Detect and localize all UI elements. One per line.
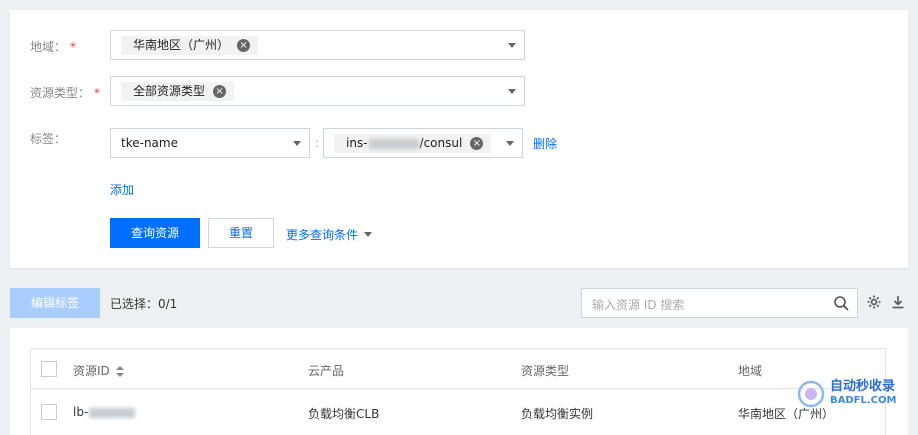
clear-icon[interactable]: × — [213, 85, 227, 98]
select-all-checkbox[interactable] — [41, 361, 57, 377]
region-select[interactable]: 华南地区（广州） × — [110, 30, 525, 60]
filter-panel: 地域： * 华南地区（广州） × 资源类型： * 全部资源类型 × 标签： tke-… — [10, 10, 908, 268]
chevron-down-icon — [364, 232, 373, 237]
watermark-logo-icon — [797, 380, 825, 408]
resource-table: 资源ID 云产品 资源类型 地域 lb- 负载均衡CLB 负载均衡实例 华南地区… — [30, 348, 886, 435]
chevron-down-icon[interactable] — [508, 43, 516, 48]
edit-tags-button[interactable]: 编辑标签 — [10, 288, 100, 318]
query-button[interactable]: 查询资源 — [110, 218, 200, 248]
column-header-region: 地域 — [738, 364, 763, 378]
delete-tag-link[interactable]: 删除 — [533, 135, 557, 152]
watermark: 自动秒收录 BADFL.COM — [796, 374, 906, 414]
download-icon[interactable] — [890, 294, 906, 310]
selected-count: 已选择：0/1 — [110, 297, 178, 311]
table-header: 资源ID 云产品 资源类型 地域 — [31, 349, 885, 389]
table-row: lb- 负载均衡CLB 负载均衡实例 华南地区（广州） — [31, 389, 885, 435]
resource-type-select[interactable]: 全部资源类型 × — [110, 76, 525, 106]
resource-type-label-text: 资源类型： — [30, 86, 91, 100]
watermark-text: 自动秒收录 BADFL.COM — [830, 380, 896, 408]
watermark-line1: 自动秒收录 — [830, 379, 896, 394]
required-mark: * — [94, 86, 101, 100]
tag-value-prefix: ins- — [346, 136, 368, 150]
resource-id-prefix: lb- — [73, 405, 89, 419]
search-input[interactable]: 输入资源 ID 搜索 — [592, 296, 684, 313]
column-header-product: 云产品 — [308, 364, 345, 378]
tag-label: 标签： — [30, 132, 67, 146]
chevron-down-icon[interactable] — [508, 89, 516, 94]
sort-icon[interactable] — [115, 365, 124, 378]
required-mark: * — [70, 40, 77, 54]
product-cell: 负载均衡CLB — [308, 407, 380, 421]
region-label: 地域： * — [30, 38, 76, 55]
chevron-down-icon[interactable] — [506, 141, 514, 146]
clear-icon[interactable]: × — [470, 137, 484, 150]
redacted-text — [89, 407, 136, 418]
search-icon[interactable] — [833, 295, 849, 311]
resource-type-chip: 全部资源类型 × — [121, 82, 235, 101]
more-conditions-toggle[interactable]: 更多查询条件 — [286, 226, 373, 243]
table-panel: 资源ID 云产品 资源类型 地域 lb- 负载均衡CLB 负载均衡实例 华南地区… — [10, 328, 908, 435]
column-header-id-text: 资源ID — [73, 364, 110, 378]
tag-value-select[interactable]: ins- /consul × — [323, 128, 523, 158]
region-chip-text: 华南地区（广州） — [133, 38, 230, 52]
region-label-text: 地域： — [30, 40, 67, 54]
column-header-id[interactable]: 资源ID — [73, 362, 124, 379]
watermark-line2: BADFL.COM — [830, 395, 897, 406]
search-box[interactable]: 输入资源 ID 搜索 — [581, 288, 858, 318]
more-conditions-label: 更多查询条件 — [286, 228, 359, 242]
tag-key-select[interactable]: tke-name — [110, 128, 310, 158]
type-cell: 负载均衡实例 — [521, 407, 594, 421]
tag-separator: : — [315, 136, 320, 150]
column-header-type: 资源类型 — [521, 364, 570, 378]
resource-type-label: 资源类型： * — [30, 84, 100, 101]
reset-button[interactable]: 重置 — [208, 218, 274, 248]
row-checkbox[interactable] — [41, 404, 57, 420]
tag-value-chip: ins- /consul × — [334, 134, 492, 153]
gear-icon[interactable] — [866, 294, 882, 310]
region-chip: 华南地区（广州） × — [121, 36, 259, 55]
resource-type-chip-text: 全部资源类型 — [133, 84, 206, 98]
tag-value-suffix: /consul — [419, 136, 463, 150]
clear-icon[interactable]: × — [237, 39, 251, 52]
chevron-down-icon[interactable] — [293, 141, 301, 146]
tag-key-text: tke-name — [121, 136, 178, 150]
add-tag-link[interactable]: 添加 — [110, 181, 134, 198]
redacted-text — [368, 138, 419, 149]
resource-id[interactable]: lb- — [73, 405, 136, 419]
